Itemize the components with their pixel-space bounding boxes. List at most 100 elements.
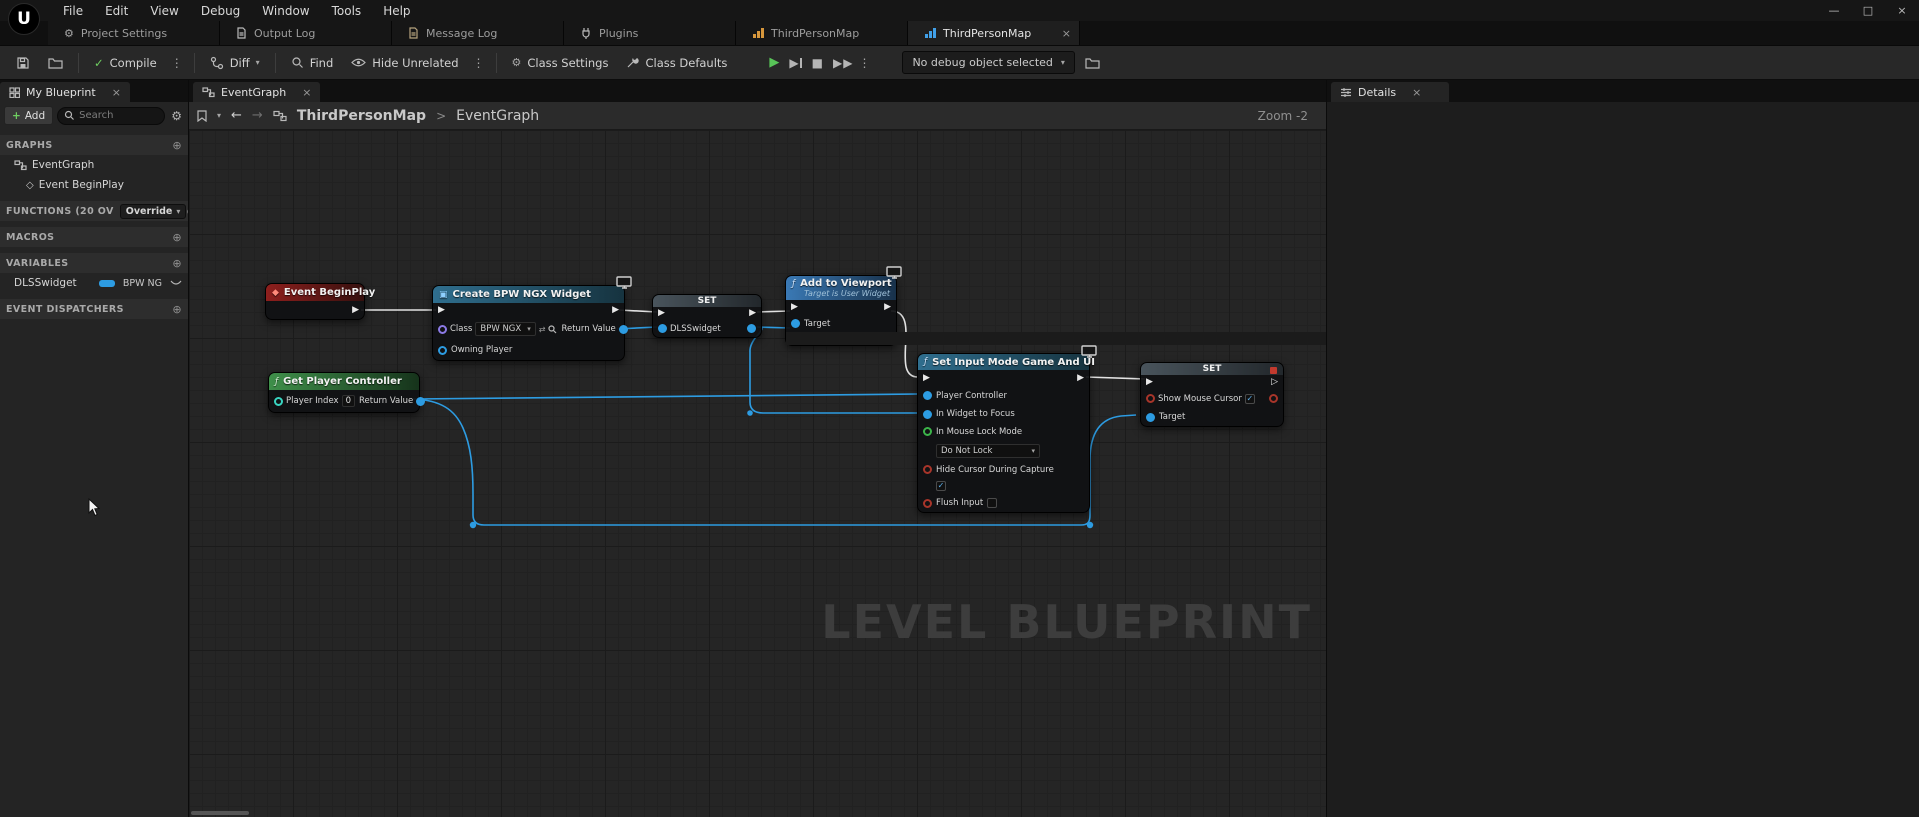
tab-message-log[interactable]: Message Log <box>392 21 564 45</box>
eye-closed-icon[interactable] <box>170 279 182 287</box>
variable-item-dlsswidget[interactable]: DLSSwidget BPW NG <box>0 273 188 293</box>
horizontal-scrollbar-thumb[interactable] <box>191 811 249 815</box>
target-pin[interactable] <box>1146 413 1155 422</box>
reroute-dot[interactable] <box>470 522 476 528</box>
section-event-dispatchers[interactable]: EVENT DISPATCHERS ⊕ <box>0 299 188 319</box>
event-item-beginplay[interactable]: ◇ Event BeginPlay <box>0 175 188 195</box>
hide-cursor-pin[interactable] <box>923 465 932 474</box>
class-select[interactable]: BPW NGX ▾ <box>475 322 535 336</box>
graph-item-eventgraph[interactable]: EventGraph <box>0 155 188 175</box>
flush-input-pin[interactable] <box>923 499 932 508</box>
exec-out-pin[interactable]: ▶ <box>1077 374 1084 383</box>
owning-player-pin[interactable] <box>438 346 447 355</box>
tab-eventgraph[interactable]: EventGraph × <box>193 82 320 102</box>
exec-out-pin[interactable]: ▶ <box>352 306 359 315</box>
browse-icon[interactable] <box>548 325 557 334</box>
reroute-dot[interactable] <box>1087 522 1093 528</box>
exec-out-pin[interactable]: ▶ <box>749 309 756 318</box>
diff-button[interactable]: Diff ▾ <box>202 50 268 76</box>
variable-out-pin[interactable] <box>1269 394 1278 403</box>
node-set-show-mouse-cursor[interactable]: SET ▶ ▷ Show Mouse Cursor ✓ <box>1140 362 1284 427</box>
debug-browse-button[interactable] <box>1077 50 1108 76</box>
menu-edit[interactable]: Edit <box>94 4 139 18</box>
section-variables[interactable]: VARIABLES ⊕ <box>0 253 188 273</box>
add-macro-icon[interactable]: ⊕ <box>172 231 182 244</box>
node-event-beginplay[interactable]: ◆ Event BeginPlay ▶ <box>265 283 365 320</box>
node-set-input-mode[interactable]: ƒ Set Input Mode Game And UI ▶ ▶ Player … <box>917 353 1090 513</box>
add-variable-icon[interactable]: ⊕ <box>172 257 182 270</box>
advance-button[interactable]: ▶▶ <box>833 56 852 70</box>
bookmark-caret-icon[interactable]: ▾ <box>217 111 221 120</box>
node-set-dlsswidget[interactable]: SET ▶ ▶ DLSSwidget <box>652 294 762 338</box>
tab-thirdpersonmap-1[interactable]: ThirdPersonMap <box>736 21 908 45</box>
exec-in-pin[interactable]: ▶ <box>791 303 798 312</box>
search-input[interactable] <box>79 110 158 121</box>
hide-unrelated-options-icon[interactable]: ⋮ <box>469 56 489 70</box>
close-button[interactable]: × <box>1885 4 1919 17</box>
override-dropdown[interactable]: Override ▾ <box>120 204 187 219</box>
exec-out-pin[interactable]: ▷ <box>1271 378 1278 387</box>
stop-button[interactable]: ■ <box>812 56 823 70</box>
close-panel-icon[interactable]: × <box>1412 86 1421 99</box>
tab-thirdpersonmap-2[interactable]: ThirdPersonMap × <box>908 21 1080 45</box>
close-tab-icon[interactable]: × <box>1062 27 1071 40</box>
exec-in-pin[interactable]: ▶ <box>923 374 930 383</box>
unreal-logo-icon[interactable]: U <box>8 3 40 35</box>
section-graphs[interactable]: GRAPHS ⊕ <box>0 135 188 155</box>
play-button[interactable]: ▶ <box>769 55 779 70</box>
save-button[interactable] <box>8 50 38 76</box>
close-panel-icon[interactable]: × <box>112 86 121 99</box>
player-index-pin[interactable] <box>274 397 283 406</box>
mouse-lock-select[interactable]: Do Not Lock ▾ <box>936 444 1040 458</box>
menu-view[interactable]: View <box>139 4 189 18</box>
menu-debug[interactable]: Debug <box>190 4 251 18</box>
section-macros[interactable]: MACROS ⊕ <box>0 227 188 247</box>
mouse-lock-mode-pin[interactable] <box>923 427 932 436</box>
exec-in-pin[interactable]: ▶ <box>658 309 665 318</box>
exec-out-pin[interactable]: ▶ <box>884 303 891 312</box>
variable-out-pin[interactable] <box>747 324 756 333</box>
use-selected-icon[interactable]: ⇄ <box>539 325 546 334</box>
class-pin[interactable] <box>438 325 447 334</box>
add-button[interactable]: + Add <box>4 106 53 125</box>
reroute-dot[interactable] <box>747 410 753 416</box>
class-settings-button[interactable]: ⚙ Class Settings <box>504 50 617 76</box>
panel-settings-icon[interactable]: ⚙ <box>169 109 184 123</box>
node-create-widget[interactable]: ▣ Create BPW NGX Widget ▶ ▶ Class BPW NG… <box>432 285 625 361</box>
node-get-player-controller[interactable]: ƒ Get Player Controller Player Index 0 R… <box>268 372 420 413</box>
find-button[interactable]: Find <box>283 50 342 76</box>
player-index-input[interactable]: 0 <box>342 395 355 407</box>
breadcrumb-root[interactable]: ThirdPersonMap <box>297 108 426 124</box>
target-pin[interactable] <box>791 319 800 328</box>
tab-output-log[interactable]: Output Log <box>220 21 392 45</box>
add-graph-icon[interactable]: ⊕ <box>172 139 182 152</box>
bookmark-icon[interactable] <box>197 110 207 122</box>
tab-plugins[interactable]: Plugins <box>564 21 736 45</box>
variable-in-pin[interactable] <box>658 324 667 333</box>
class-defaults-button[interactable]: Class Defaults <box>618 50 735 76</box>
menu-file[interactable]: File <box>52 4 94 18</box>
minimize-button[interactable]: — <box>1817 4 1851 17</box>
exec-out-pin[interactable]: ▶ <box>612 306 619 315</box>
breadcrumb-current[interactable]: EventGraph <box>456 108 539 124</box>
exec-in-pin[interactable]: ▶ <box>1146 378 1153 387</box>
debug-object-select[interactable]: No debug object selected ▾ <box>902 51 1074 74</box>
node-add-to-viewport[interactable]: ƒ Add to Viewport Target is User Widget … <box>785 275 897 346</box>
tab-my-blueprint[interactable]: My Blueprint × <box>0 82 130 102</box>
maximize-button[interactable]: □ <box>1851 4 1885 17</box>
exec-in-pin[interactable]: ▶ <box>438 306 445 315</box>
flush-input-checkbox[interactable] <box>987 498 997 508</box>
menu-window[interactable]: Window <box>251 4 320 18</box>
play-options-icon[interactable]: ⋮ <box>854 56 874 70</box>
tab-details[interactable]: Details × <box>1331 82 1449 102</box>
browse-asset-button[interactable] <box>40 50 71 76</box>
close-tab-icon[interactable]: × <box>302 86 311 99</box>
menu-tools[interactable]: Tools <box>321 4 373 18</box>
menu-help[interactable]: Help <box>372 4 421 18</box>
player-controller-pin[interactable] <box>923 391 932 400</box>
variable-in-pin[interactable] <box>1146 394 1155 403</box>
show-mouse-cursor-checkbox[interactable]: ✓ <box>1245 394 1255 404</box>
in-widget-to-focus-pin[interactable] <box>923 410 932 419</box>
section-functions[interactable]: FUNCTIONS (20 OV Override ▾ ⊕ <box>0 201 188 221</box>
add-dispatcher-icon[interactable]: ⊕ <box>172 303 182 316</box>
